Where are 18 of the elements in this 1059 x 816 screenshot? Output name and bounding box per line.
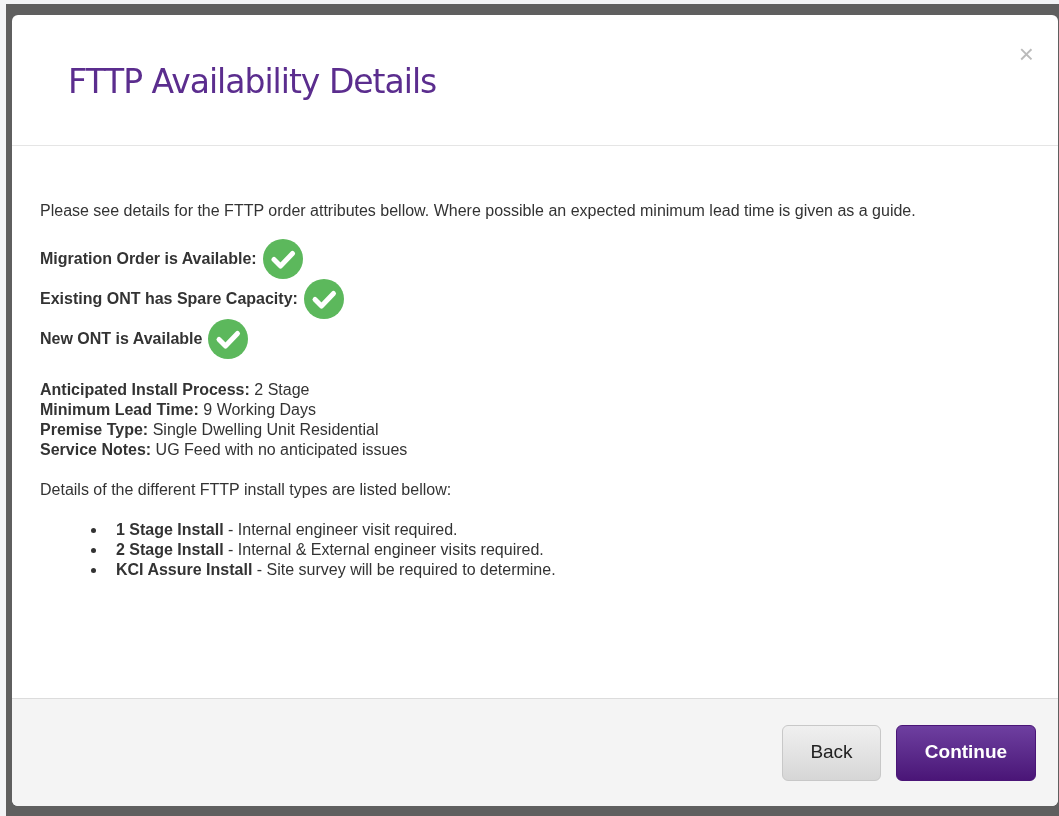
bullet-icon <box>91 527 96 533</box>
install-type-item: 2 Stage Install - Internal & External engineer visits required. <box>116 540 544 560</box>
detail-line: Minimum Lead Time: 9 Working Days <box>40 400 317 420</box>
intro-text: Please see details for the FTTP order attributes bellow. Where possible an expected minimum lead time is given as a guide. <box>40 201 917 221</box>
dialog-title: FTTP Availability Details <box>68 61 437 103</box>
bullet-icon <box>91 567 96 573</box>
install-type-item: 1 Stage Install - Internal engineer visit required. <box>116 520 458 540</box>
detail-line: Service Notes: UG Feed with no anticipated issues <box>40 440 409 460</box>
continue-button[interactable]: Continue <box>896 724 1036 781</box>
availability-label: Existing ONT has Spare Capacity: <box>40 289 298 309</box>
install-types-intro: Details of the different FTTP install types are listed bellow: <box>40 480 453 500</box>
back-button[interactable]: Back <box>782 724 881 781</box>
install-type-item: KCI Assure Install - Site survey will be required to determine. <box>116 560 556 580</box>
availability-label: Migration Order is Available: <box>40 249 257 269</box>
bullet-icon <box>91 547 96 553</box>
detail-line: Premise Type: Single Dwelling Unit Residential <box>40 420 380 440</box>
availability-label: New ONT is Available <box>40 329 203 349</box>
detail-line: Anticipated Install Process: 2 Stage <box>40 380 311 400</box>
